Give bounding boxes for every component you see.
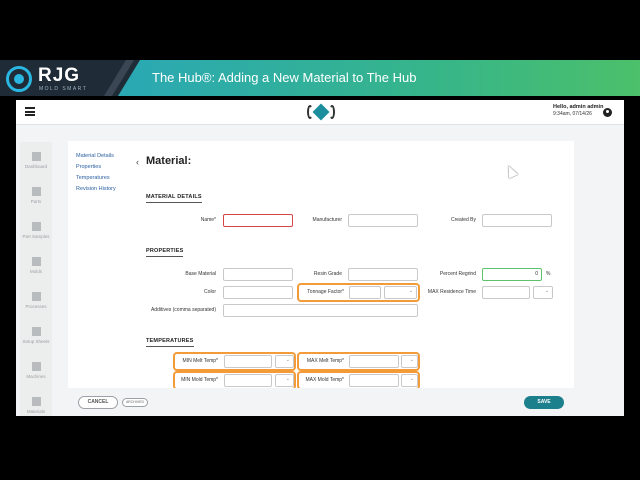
cube-icon [32, 187, 41, 196]
nav-item-label: Molds [29, 269, 42, 274]
section-title-properties: PROPERTIES [146, 248, 184, 257]
sheet-icon [32, 327, 41, 336]
min-melt-temp-input[interactable] [224, 355, 272, 368]
material-form-card: Material Details Properties Temperatures… [68, 141, 574, 416]
section-title-material-details: MATERIAL DETAILS [146, 194, 202, 203]
manufacturer-input[interactable] [348, 214, 418, 227]
section-link-temperatures[interactable]: Temperatures [76, 175, 136, 181]
process-icon [32, 292, 41, 301]
page-title: Material: [146, 155, 192, 167]
nav-item-machines[interactable]: Machines [20, 358, 52, 390]
screenshot-stage: RJG MOLD SMART The Hub®: Adding a New Ma… [0, 0, 640, 480]
max-melt-temp-label: MAX Melt Temp* [306, 358, 344, 364]
max-mold-temp-label: MAX Mold Temp* [305, 377, 344, 383]
additives-label: Additives (comma separated) [150, 307, 216, 313]
max-residence-time-label: MAX Residence Time [427, 289, 476, 295]
hub-app: Hello, admin admin 9:34am, 07/14/26 Dash… [16, 100, 624, 416]
percent-regrind-label: Percent Regrind [439, 271, 476, 277]
section-nav: Material Details Properties Temperatures… [76, 153, 136, 197]
nav-item-label: Materials [26, 409, 46, 414]
signal-wave-right [329, 105, 335, 119]
chevron-down-icon: ⌄ [544, 288, 549, 294]
tonnage-factor-input[interactable] [349, 286, 381, 299]
left-nav: Dashboard Parts Part Samples Molds Proce… [20, 142, 52, 416]
additives-input[interactable] [223, 304, 418, 317]
rjg-logo-icon [6, 66, 32, 92]
nav-item-part-samples[interactable]: Part Samples [20, 218, 52, 250]
hamburger-menu-icon[interactable] [25, 107, 35, 116]
tonnage-factor-label: Tonnage Factor* [307, 289, 344, 295]
resin-grade-label: Resin Grade [313, 271, 342, 277]
dashboard-icon [32, 152, 41, 161]
nav-item-label: Part Samples [22, 234, 50, 239]
min-mold-temp-label: MIN Mold Temp* [181, 377, 218, 383]
resin-grade-input[interactable] [348, 268, 418, 281]
max-residence-time-input[interactable] [482, 286, 530, 299]
nav-item-label: Setup Sheets [22, 339, 50, 344]
banner-title: The Hub®: Adding a New Material to The H… [152, 70, 417, 85]
percent-regrind-input[interactable]: 0 [482, 268, 542, 281]
max-mold-temp-input[interactable] [349, 374, 399, 387]
created-by-label: Created By [450, 217, 476, 223]
rjg-logo: RJG MOLD SMART [6, 64, 106, 94]
min-mold-temp-unit-select[interactable]: ⌄ [275, 374, 294, 387]
nav-item-label: Parts [30, 199, 42, 204]
chevron-down-icon: ⌄ [409, 376, 414, 382]
chevron-down-icon: ⌄ [409, 357, 414, 363]
color-label: Color [204, 289, 216, 295]
rjg-logo-tagline: MOLD SMART [39, 86, 88, 92]
nav-item-parts[interactable]: Parts [20, 183, 52, 215]
max-melt-temp-unit-select[interactable]: ⌄ [401, 355, 418, 368]
back-chevron-icon[interactable]: ‹ [136, 157, 139, 167]
cancel-button[interactable]: CANCEL [78, 396, 118, 409]
name-input[interactable] [223, 214, 293, 227]
timestamp: 9:34am, 07/14/26 [553, 111, 592, 117]
chevron-down-icon: ⌄ [408, 288, 413, 294]
min-melt-temp-label: MIN Melt Temp* [182, 358, 218, 364]
user-greeting: Hello, admin admin [553, 104, 604, 110]
percent-unit: % [546, 271, 551, 277]
residence-time-unit-select[interactable]: ⌄ [533, 286, 553, 299]
min-mold-temp-input[interactable] [224, 374, 272, 387]
chevron-down-icon: ⌄ [285, 376, 290, 382]
name-label: Name* [200, 217, 216, 223]
nav-item-label: Dashboard [24, 164, 47, 169]
section-link-properties[interactable]: Properties [76, 164, 136, 170]
chevron-down-icon: ⌄ [285, 357, 290, 363]
base-material-input[interactable] [223, 268, 293, 281]
max-mold-temp-unit-select[interactable]: ⌄ [401, 374, 418, 387]
base-material-label: Base Material [185, 271, 216, 277]
nav-item-molds[interactable]: Molds [20, 253, 52, 285]
section-title-temperatures: TEMPERATURES [146, 338, 194, 347]
tonnage-factor-unit-select[interactable]: ⌄ [384, 286, 417, 299]
section-link-revision-history[interactable]: Revision History [76, 186, 136, 192]
min-melt-temp-unit-select[interactable]: ⌄ [275, 355, 294, 368]
sample-icon [32, 222, 41, 231]
nav-item-dashboard[interactable]: Dashboard [20, 148, 52, 180]
nav-item-label: Machines [26, 374, 46, 379]
hub-logo-icon[interactable] [306, 102, 336, 122]
form-footer: CANCEL ARCHIVED SAVE [68, 388, 574, 416]
rjg-logo-text: RJG [38, 65, 81, 86]
created-by-input[interactable] [482, 214, 552, 227]
archived-toggle[interactable]: ARCHIVED [122, 398, 148, 407]
nav-item-processes[interactable]: Processes [20, 288, 52, 320]
nav-item-materials[interactable]: Materials [20, 393, 52, 416]
hub-diamond [312, 103, 330, 121]
nav-item-setup-sheets[interactable]: Setup Sheets [20, 323, 52, 355]
top-bar: Hello, admin admin 9:34am, 07/14/26 [16, 100, 624, 125]
mold-icon [32, 257, 41, 266]
section-link-material-details[interactable]: Material Details [76, 153, 136, 159]
machine-icon [32, 362, 41, 371]
manufacturer-label: Manufacturer [312, 217, 342, 223]
nav-item-label: Processes [25, 304, 47, 309]
max-melt-temp-input[interactable] [349, 355, 399, 368]
color-input[interactable] [223, 286, 293, 299]
video-banner: RJG MOLD SMART The Hub®: Adding a New Ma… [0, 60, 640, 96]
save-button[interactable]: SAVE [524, 396, 564, 409]
user-account-icon[interactable] [603, 108, 612, 117]
materials-icon [32, 397, 41, 406]
